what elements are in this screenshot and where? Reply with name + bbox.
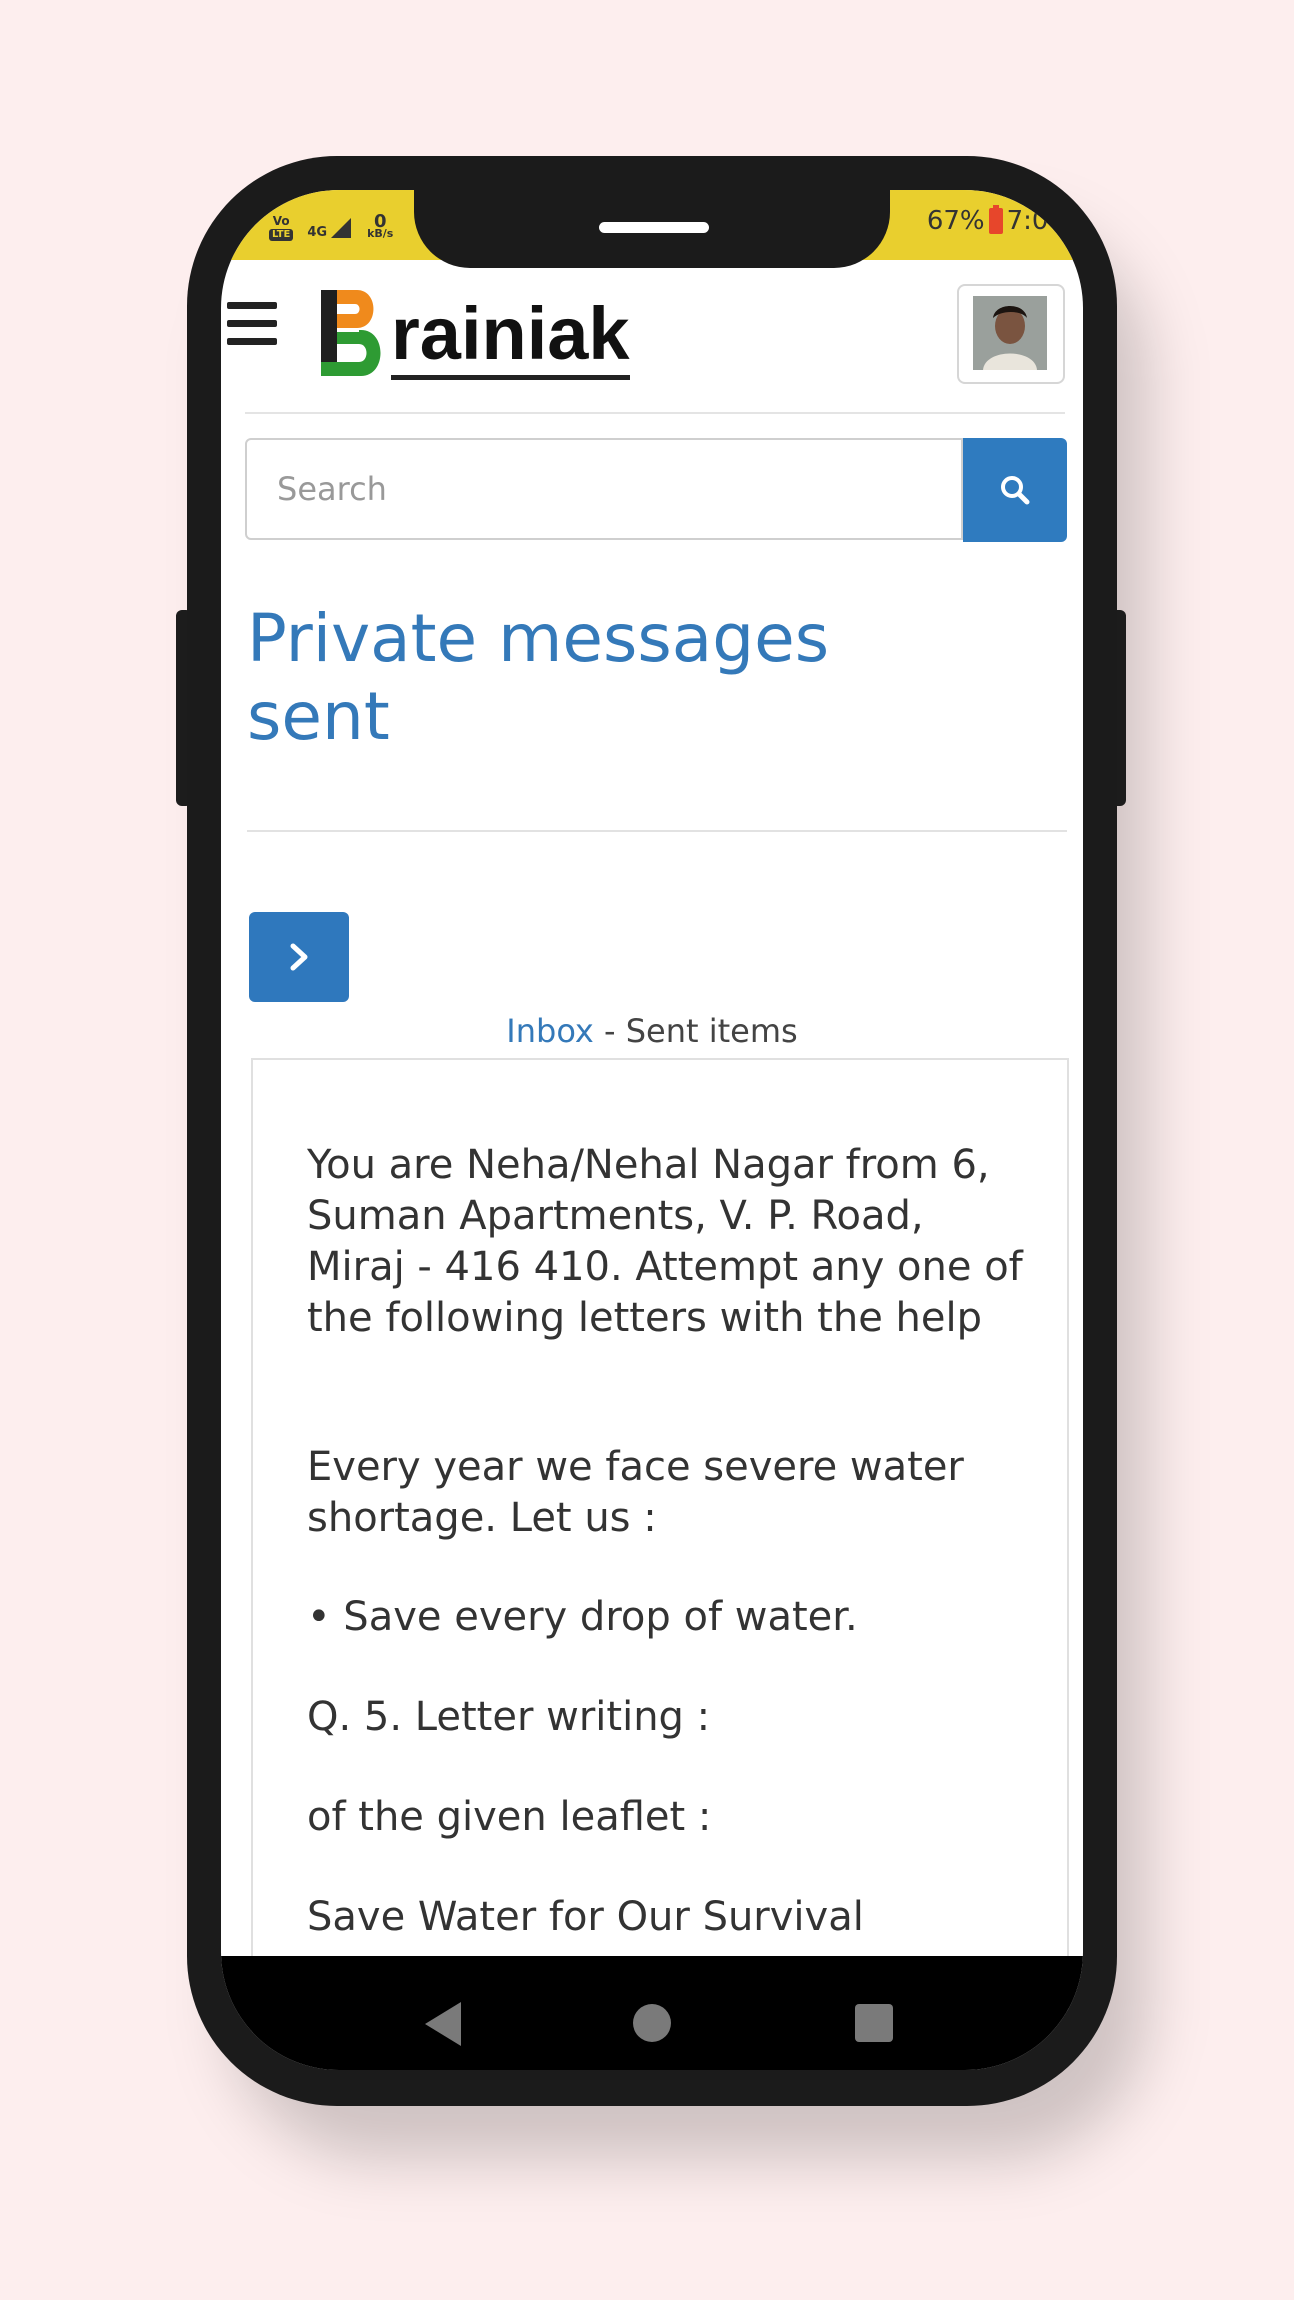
triangle-back-icon[interactable] bbox=[425, 2002, 461, 2046]
message-paragraph: Q. 5. Letter writing : bbox=[307, 1694, 711, 1740]
clock: 7:07 bbox=[1006, 206, 1065, 236]
search-bar bbox=[245, 438, 1067, 544]
status-bar-left: Vo LTE 4G 0 kB/s bbox=[269, 204, 393, 252]
square-recent-icon[interactable] bbox=[855, 2004, 893, 2042]
speaker-grille bbox=[599, 222, 709, 233]
site-header: rainiak bbox=[221, 260, 1083, 408]
page-title: Private messages sent bbox=[247, 600, 830, 755]
battery-icon bbox=[988, 205, 1003, 234]
tab-separator: - bbox=[593, 1012, 626, 1050]
logo-b-icon bbox=[317, 284, 389, 380]
system-navigation-bar bbox=[221, 1956, 1083, 2070]
message-paragraph: You are Neha/Nehal Nagar from 6, Suman A… bbox=[307, 1142, 1023, 1341]
signal-icon: 4G bbox=[307, 216, 353, 240]
chevron-right-icon bbox=[290, 943, 308, 971]
message-paragraph: Every year we face severe water shortage… bbox=[307, 1444, 964, 1541]
next-button[interactable] bbox=[249, 912, 349, 1002]
hamburger-icon[interactable] bbox=[227, 302, 277, 354]
phone-screen: Vo LTE 4G 0 kB/s 67% 7:07 rainiak Search… bbox=[221, 190, 1083, 2070]
message-paragraph: Save Water for Our Survival bbox=[307, 1894, 864, 1940]
battery-percent: 67% bbox=[926, 206, 985, 236]
volte-indicator: Vo LTE bbox=[269, 214, 294, 241]
message-paragraph: of the given leaflet : bbox=[307, 1794, 712, 1840]
search-icon bbox=[1001, 476, 1030, 505]
title-divider bbox=[247, 830, 1067, 832]
volte-label: Vo bbox=[272, 214, 290, 228]
logo-text: rainiak bbox=[391, 297, 630, 380]
network-speed: 0 kB/s bbox=[367, 213, 394, 240]
avatar-photo bbox=[973, 296, 1047, 370]
message-content: You are Neha/Nehal Nagar from 6, Suman A… bbox=[251, 1058, 1069, 2070]
network-type: 4G bbox=[307, 225, 328, 240]
message-paragraph: • Save every drop of water. bbox=[307, 1594, 858, 1640]
search-button[interactable] bbox=[963, 438, 1067, 542]
site-logo[interactable]: rainiak bbox=[317, 280, 630, 380]
message-folder-tabs: Inbox - Sent items bbox=[221, 1012, 1083, 1050]
tab-inbox[interactable]: Inbox bbox=[506, 1012, 594, 1050]
lte-label: LTE bbox=[269, 229, 294, 241]
avatar[interactable] bbox=[957, 284, 1065, 384]
search-input[interactable] bbox=[245, 438, 963, 540]
tab-sent-items[interactable]: Sent items bbox=[626, 1012, 798, 1050]
camera-notch bbox=[414, 190, 890, 268]
header-divider bbox=[245, 412, 1065, 414]
circle-home-icon[interactable] bbox=[633, 2004, 671, 2042]
network-speed-unit: kB/s bbox=[367, 227, 394, 240]
phone-frame: Vo LTE 4G 0 kB/s 67% 7:07 rainiak Search… bbox=[187, 156, 1117, 2106]
status-bar-right: 67% 7:07 bbox=[926, 205, 1065, 236]
